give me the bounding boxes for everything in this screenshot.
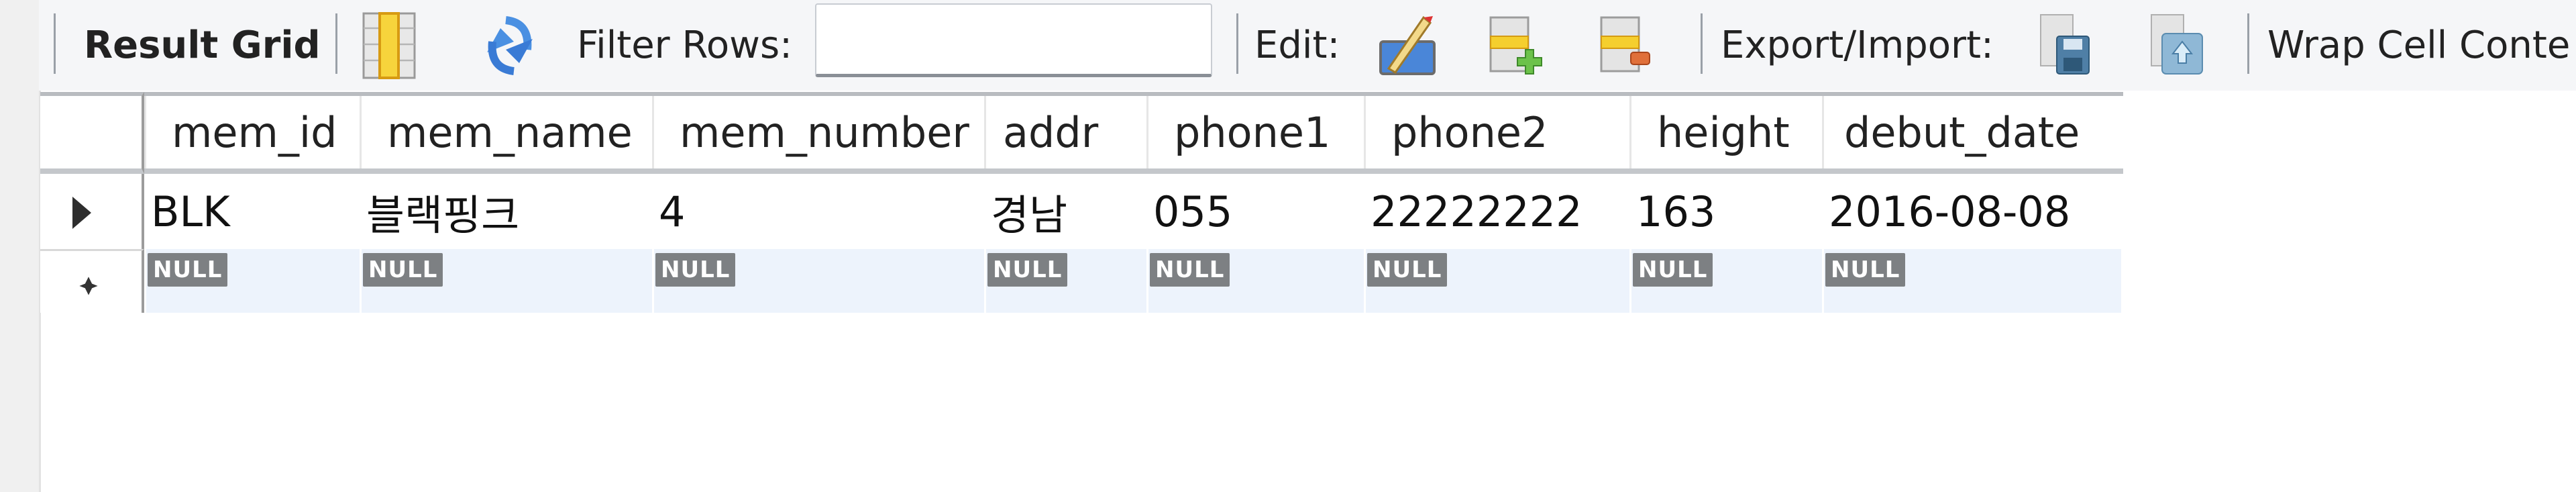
column-header-mem-name[interactable]: mem_name bbox=[360, 96, 652, 168]
null-badge: NULL bbox=[363, 253, 443, 287]
column-header-height[interactable]: height bbox=[1629, 96, 1822, 168]
table-cell[interactable]: 4 bbox=[652, 174, 984, 249]
export-button[interactable] bbox=[2029, 10, 2103, 81]
toolbar-separator bbox=[2247, 13, 2249, 74]
edit-pencil-icon bbox=[1379, 15, 1436, 75]
import-button[interactable] bbox=[2140, 10, 2214, 81]
table-cell-null[interactable]: NULL bbox=[652, 249, 984, 313]
result-grid-label: Result Grid bbox=[84, 23, 321, 67]
null-badge: NULL bbox=[148, 253, 228, 287]
table-cell-null[interactable]: NULL bbox=[984, 249, 1146, 313]
column-header-addr[interactable]: addr bbox=[984, 96, 1146, 168]
delete-row-button[interactable] bbox=[1590, 10, 1664, 81]
table-cell[interactable]: 22222222 bbox=[1364, 174, 1629, 249]
toolbar-separator bbox=[335, 13, 337, 74]
current-row-arrow-icon bbox=[72, 197, 91, 229]
result-grid-tab[interactable]: Result Grid bbox=[84, 0, 321, 91]
null-badge: NULL bbox=[1367, 253, 1448, 287]
null-badge: NULL bbox=[1825, 253, 1906, 287]
toolbar-separator bbox=[1236, 13, 1238, 74]
add-row-button[interactable] bbox=[1479, 10, 1553, 81]
row-selector[interactable] bbox=[40, 174, 144, 249]
toolbar-separator bbox=[1701, 13, 1703, 74]
new-row-selector[interactable] bbox=[40, 249, 144, 313]
column-header-phone2[interactable]: phone2 bbox=[1364, 96, 1629, 168]
table-cell-null[interactable]: NULL bbox=[1146, 249, 1364, 313]
table-cell-null[interactable]: NULL bbox=[1364, 249, 1629, 313]
table-cell[interactable]: 163 bbox=[1629, 174, 1822, 249]
table-cell-null[interactable]: NULL bbox=[144, 249, 360, 313]
left-panel-edge bbox=[0, 0, 41, 492]
table-cell-null[interactable]: NULL bbox=[360, 249, 652, 313]
table-cell-null[interactable]: NULL bbox=[1822, 249, 2121, 313]
wrap-cell-content-toggle[interactable]: Wrap Cell Conte bbox=[2267, 0, 2570, 91]
edit-label-wrap: Edit: bbox=[1254, 0, 1340, 91]
filter-rows-input[interactable] bbox=[815, 3, 1212, 77]
table-cell[interactable]: BLK bbox=[144, 174, 360, 249]
column-grid-icon bbox=[362, 11, 416, 79]
table-cell[interactable]: 블랙핑크 bbox=[360, 174, 652, 249]
null-badge: NULL bbox=[1150, 253, 1230, 287]
table-cell[interactable]: 055 bbox=[1146, 174, 1364, 249]
wrap-cell-content-label: Wrap Cell Conte bbox=[2267, 23, 2571, 67]
export-save-icon bbox=[2040, 13, 2090, 75]
null-badge: NULL bbox=[987, 253, 1068, 287]
table-cell[interactable]: 2016-08-08 bbox=[1822, 174, 2121, 249]
toolbar-separator bbox=[54, 13, 56, 74]
edit-label: Edit: bbox=[1254, 23, 1340, 67]
null-badge: NULL bbox=[655, 253, 736, 287]
new-row-asterisk-icon bbox=[79, 277, 98, 295]
filter-rows-label-wrap: Filter Rows: bbox=[577, 0, 792, 91]
table-cell[interactable]: 경남 bbox=[984, 174, 1146, 249]
import-icon bbox=[2151, 13, 2203, 75]
row-selector-header[interactable] bbox=[40, 92, 144, 174]
edit-cell-button[interactable] bbox=[1372, 10, 1446, 81]
grid-toggle-button[interactable] bbox=[352, 10, 426, 81]
refresh-button[interactable] bbox=[473, 10, 547, 81]
column-header-mem-number[interactable]: mem_number bbox=[652, 96, 984, 168]
export-import-label-wrap: Export/Import: bbox=[1721, 0, 1994, 91]
null-badge: NULL bbox=[1633, 253, 1713, 287]
delete-row-icon bbox=[1600, 16, 1650, 72]
column-header-mem-id[interactable]: mem_id bbox=[144, 96, 360, 168]
export-import-label: Export/Import: bbox=[1721, 23, 1994, 67]
filter-rows-label: Filter Rows: bbox=[577, 23, 792, 67]
refresh-icon bbox=[487, 15, 533, 75]
column-header-debut-date[interactable]: debut_date bbox=[1822, 96, 2121, 168]
column-header-phone1[interactable]: phone1 bbox=[1146, 96, 1364, 168]
add-row-icon bbox=[1489, 16, 1542, 75]
table-cell-null[interactable]: NULL bbox=[1629, 249, 1822, 313]
